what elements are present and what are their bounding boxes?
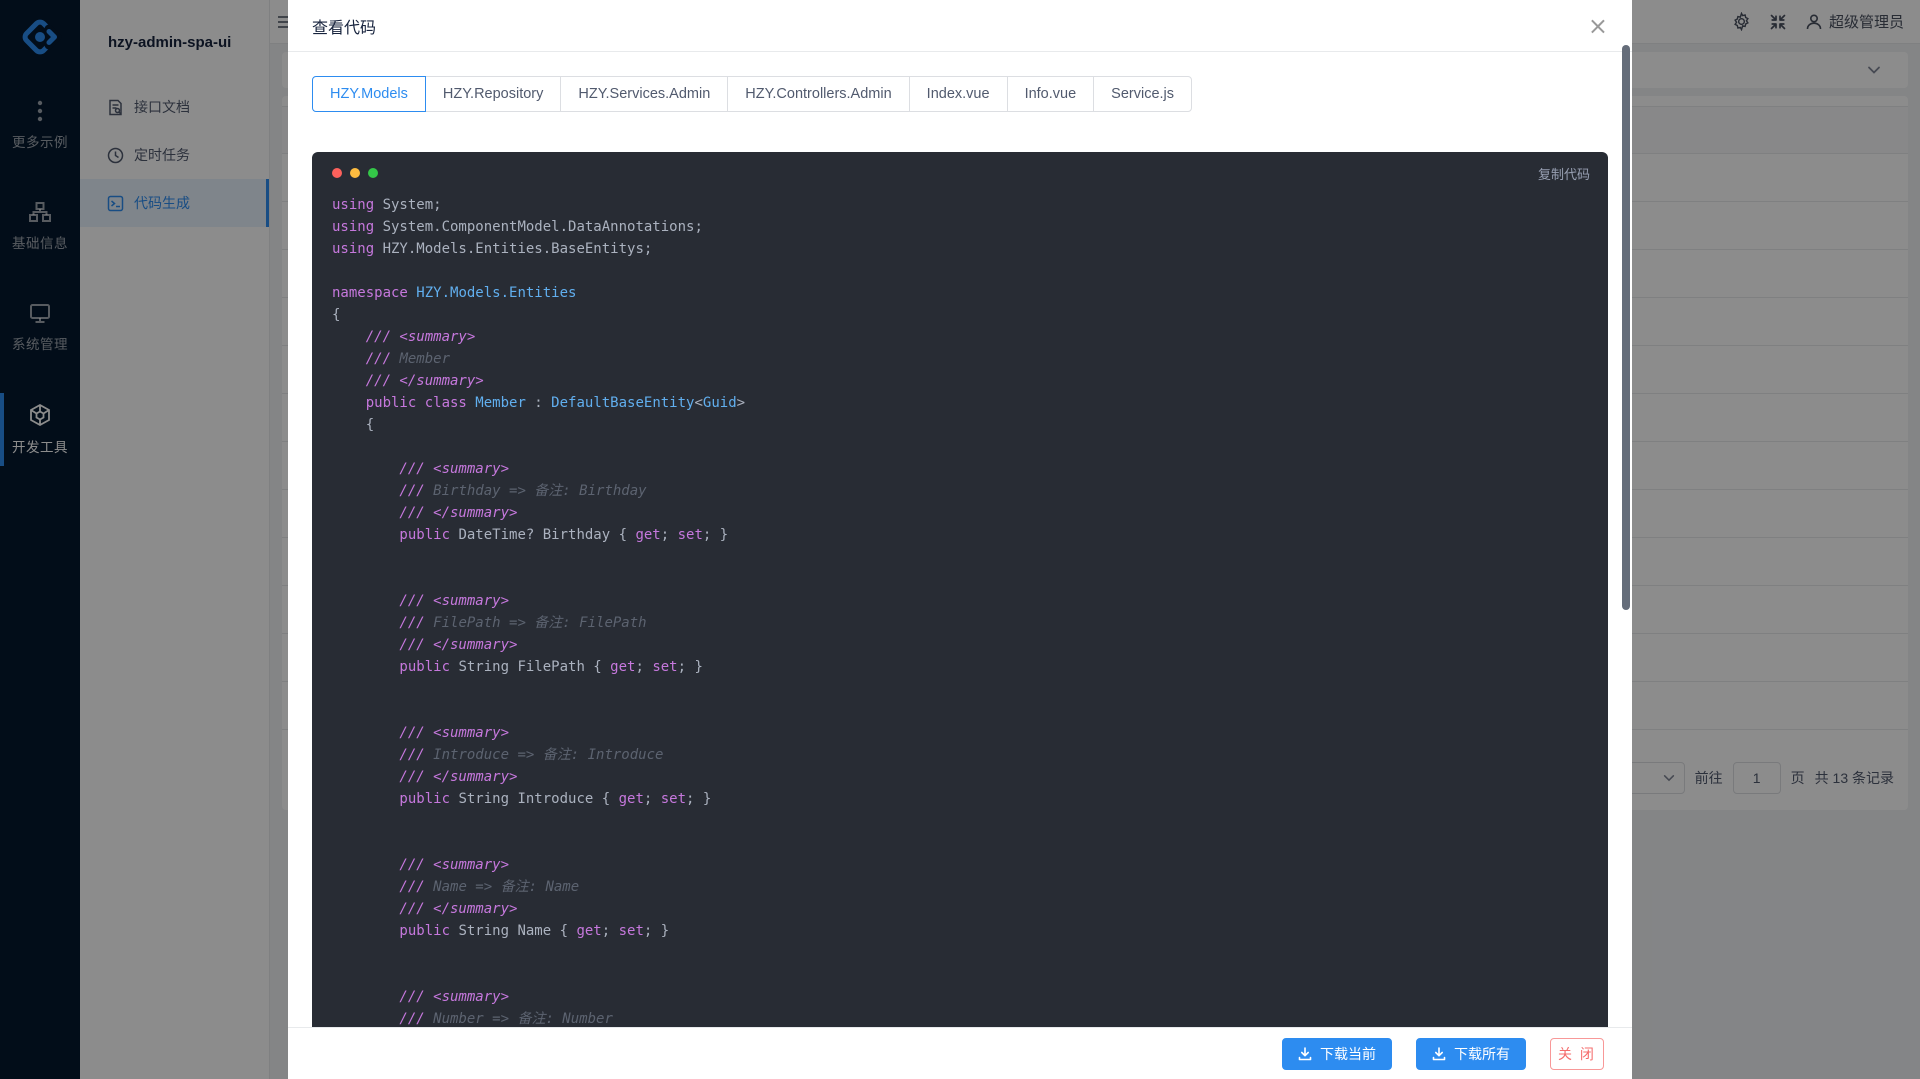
code-line xyxy=(332,546,1590,568)
code-line: /// </summary> xyxy=(332,634,1590,656)
code-line: /// Birthday => 备注: Birthday xyxy=(332,480,1590,502)
modal-header: 查看代码 × xyxy=(288,0,1632,52)
close-icon[interactable]: × xyxy=(1588,14,1608,38)
code-line: public String Name { get; set; } xyxy=(332,920,1590,942)
close-button[interactable]: 关 闭 xyxy=(1550,1038,1604,1070)
tab-hzy-services-admin[interactable]: HZY.Services.Admin xyxy=(560,76,728,112)
code-line: { xyxy=(332,304,1590,326)
code-line: /// <summary> xyxy=(332,854,1590,876)
modal-body: HZY.ModelsHZY.RepositoryHZY.Services.Adm… xyxy=(288,52,1632,1027)
modal-title: 查看代码 xyxy=(312,14,376,38)
code-line: /// </summary> xyxy=(332,766,1590,788)
tab-hzy-models[interactable]: HZY.Models xyxy=(312,76,426,112)
code-line xyxy=(332,436,1590,458)
download-current-label: 下载当前 xyxy=(1320,1044,1376,1064)
modal-scrollbar-thumb[interactable] xyxy=(1622,45,1630,610)
code-line: using HZY.Models.Entities.BaseEntitys; xyxy=(332,238,1590,260)
code-line: /// <summary> xyxy=(332,590,1590,612)
code-line xyxy=(332,942,1590,964)
code-line: { xyxy=(332,414,1590,436)
tab-hzy-controllers-admin[interactable]: HZY.Controllers.Admin xyxy=(727,76,909,112)
code-line xyxy=(332,810,1590,832)
window-traffic-lights xyxy=(332,164,1590,178)
code-line xyxy=(332,678,1590,700)
modal-footer: 下载当前 下载所有 关 闭 xyxy=(288,1027,1632,1079)
download-all-button[interactable]: 下载所有 xyxy=(1416,1038,1526,1070)
code-line: /// </summary> xyxy=(332,898,1590,920)
download-icon xyxy=(1432,1047,1446,1061)
app-root: 更多示例 基础信息 系统管理 xyxy=(0,0,1920,1079)
code-line: public String Introduce { get; set; } xyxy=(332,788,1590,810)
code-line: public String FilePath { get; set; } xyxy=(332,656,1590,678)
code-line: /// <summary> xyxy=(332,458,1590,480)
code-line: /// FilePath => 备注: FilePath xyxy=(332,612,1590,634)
code-line: /// <summary> xyxy=(332,722,1590,744)
tab-info-vue[interactable]: Info.vue xyxy=(1007,76,1095,112)
traffic-green-icon xyxy=(368,168,378,178)
code-line xyxy=(332,964,1590,986)
code-line: public class Member : DefaultBaseEntity<… xyxy=(332,392,1590,414)
code-line: /// Member xyxy=(332,348,1590,370)
code-line xyxy=(332,832,1590,854)
code-tabs: HZY.ModelsHZY.RepositoryHZY.Services.Adm… xyxy=(312,76,1608,112)
view-code-modal: 查看代码 × HZY.ModelsHZY.RepositoryHZY.Servi… xyxy=(288,0,1632,1079)
code-line: using System; xyxy=(332,194,1590,216)
traffic-red-icon xyxy=(332,168,342,178)
code-line xyxy=(332,260,1590,282)
code-line: namespace HZY.Models.Entities xyxy=(332,282,1590,304)
code-line: public DateTime? Birthday { get; set; } xyxy=(332,524,1590,546)
code-line xyxy=(332,568,1590,590)
copy-code-button[interactable]: 复制代码 xyxy=(1538,164,1590,183)
download-icon xyxy=(1298,1047,1312,1061)
code-content: using System;using System.ComponentModel… xyxy=(332,194,1590,1027)
code-line: /// </summary> xyxy=(332,370,1590,392)
code-line: /// </summary> xyxy=(332,502,1590,524)
traffic-yellow-icon xyxy=(350,168,360,178)
code-block: 复制代码 using System;using System.Component… xyxy=(312,152,1608,1027)
download-all-label: 下载所有 xyxy=(1454,1044,1510,1064)
code-line: /// Introduce => 备注: Introduce xyxy=(332,744,1590,766)
code-line: /// Number => 备注: Number xyxy=(332,1008,1590,1027)
code-line: /// <summary> xyxy=(332,326,1590,348)
code-line: /// <summary> xyxy=(332,986,1590,1008)
code-line: using System.ComponentModel.DataAnnotati… xyxy=(332,216,1590,238)
code-line xyxy=(332,700,1590,722)
tab-hzy-repository[interactable]: HZY.Repository xyxy=(425,76,561,112)
tab-service-js[interactable]: Service.js xyxy=(1093,76,1192,112)
download-current-button[interactable]: 下载当前 xyxy=(1282,1038,1392,1070)
tab-index-vue[interactable]: Index.vue xyxy=(909,76,1008,112)
code-line: /// Name => 备注: Name xyxy=(332,876,1590,898)
